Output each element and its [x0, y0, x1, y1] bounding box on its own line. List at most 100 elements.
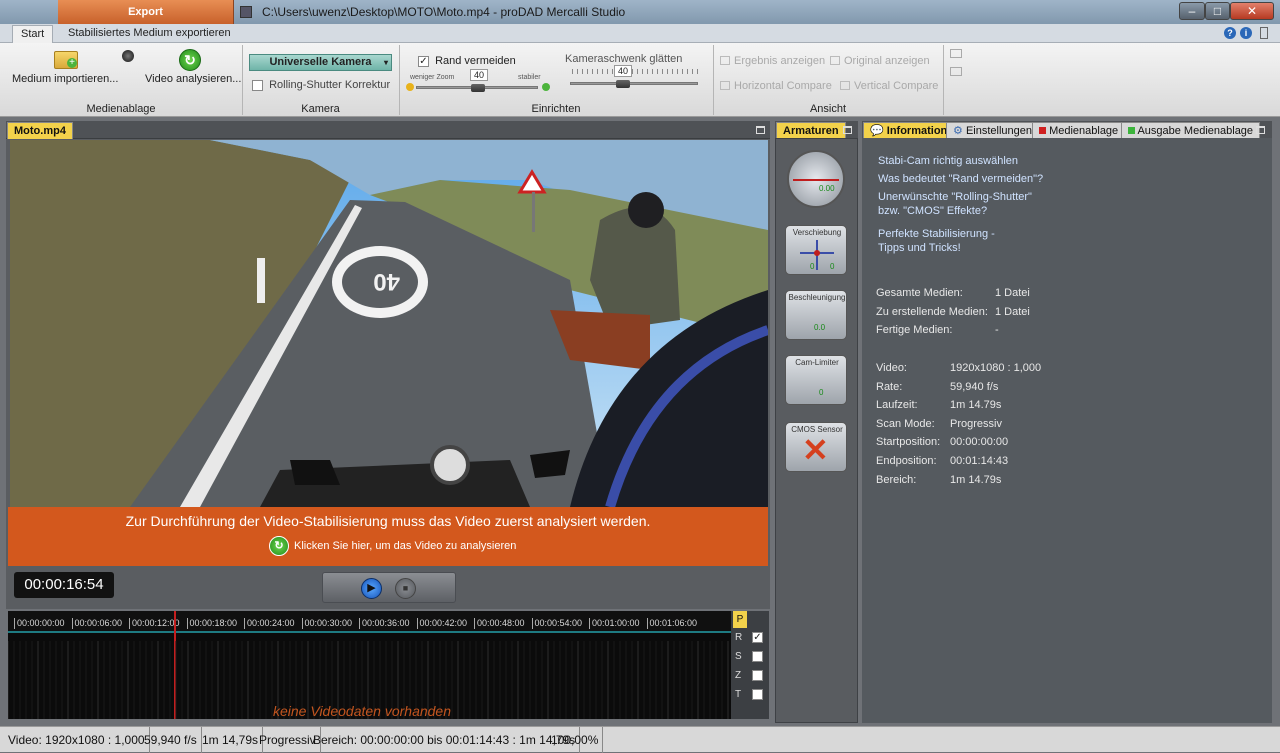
- video-stat-key: Rate:: [876, 380, 903, 393]
- tilt-gauge: 0.00: [787, 150, 845, 208]
- layout-icon[interactable]: [950, 49, 962, 58]
- timeline-tick: 00:00:24:00: [244, 618, 295, 629]
- group-label-ansicht: Ansicht: [809, 103, 847, 115]
- group-label-kamera: Kamera: [301, 103, 340, 115]
- shift-gauge-label: Verschiebung: [792, 228, 842, 237]
- layout-icon-2[interactable]: [950, 67, 962, 76]
- tab-export-medium[interactable]: Stabilisiertes Medium exportieren: [60, 25, 239, 43]
- maximize-panel-icon[interactable]: [756, 126, 765, 134]
- stop-icon[interactable]: ■: [395, 578, 416, 599]
- rand-slider-thumb[interactable]: [471, 84, 485, 92]
- schwenk-slider-track[interactable]: [570, 82, 698, 85]
- show-result-button[interactable]: Ergebnis anzeigen: [720, 55, 825, 67]
- timeline-tick: 00:00:36:00: [359, 618, 410, 629]
- cam-limiter-gauge: Cam-Limiter 0: [785, 355, 847, 405]
- show-original-button[interactable]: Original anzeigen: [830, 55, 930, 67]
- track-options: P R ✓ S Z T: [731, 611, 769, 719]
- timeline-tick: 00:00:30:00: [301, 618, 352, 629]
- rolling-shutter-label: Rolling-Shutter Korrektur: [269, 79, 391, 91]
- armaturen-header: Armaturen: [775, 121, 858, 139]
- track-checkbox[interactable]: [752, 689, 763, 700]
- settings-icon: ⚙: [953, 125, 963, 137]
- tab-armaturen[interactable]: Armaturen: [776, 122, 846, 139]
- vertical-compare-icon: [840, 81, 850, 90]
- timeline-tick: 00:01:00:00: [589, 618, 640, 629]
- rand-checkbox[interactable]: ✓: [418, 55, 429, 67]
- info-icon[interactable]: i: [1240, 27, 1252, 39]
- analyze-link[interactable]: Klicken Sie hier, um das Video zu analys…: [294, 540, 516, 552]
- status-item: 59,940 f/s: [140, 727, 202, 753]
- timeline-tick: 00:00:18:00: [186, 618, 237, 629]
- play-icon[interactable]: ▶: [361, 578, 382, 599]
- rolling-shutter-checkbox[interactable]: [252, 79, 263, 91]
- rolling-shutter-row[interactable]: Rolling-Shutter Korrektur: [252, 79, 390, 91]
- analyze-overlay[interactable]: Zur Durchführung der Video-Stabilisierun…: [8, 507, 768, 566]
- help-link[interactable]: Was bedeutet "Rand vermeiden"?: [878, 172, 1043, 186]
- video-stat-key: Video:: [876, 362, 907, 374]
- tab-moto-mp4[interactable]: Moto.mp4: [7, 122, 73, 139]
- track-checkbox[interactable]: ✓: [752, 632, 763, 643]
- shift-gauge: Verschiebung 0 0: [785, 225, 847, 275]
- separator: [943, 45, 944, 115]
- cam-limiter-label: Cam-Limiter: [795, 358, 839, 367]
- schwenk-slider-thumb[interactable]: [616, 80, 630, 88]
- acceleration-gauge-label: Beschleunigung: [788, 293, 846, 302]
- video-preview[interactable]: 40: [10, 140, 768, 507]
- vertical-compare-button[interactable]: Vertical Compare: [840, 80, 938, 92]
- minimize-button[interactable]: –: [1179, 2, 1205, 20]
- help-link[interactable]: Stabi-Cam richtig auswählen: [878, 154, 1018, 168]
- green-square-icon: [1128, 127, 1135, 134]
- tab-information[interactable]: 💬 Information: [863, 122, 955, 139]
- track-checkbox[interactable]: [752, 651, 763, 662]
- video-stat-key: Startposition:: [876, 436, 941, 449]
- status-item: Video: 1920x1080 : 1,000: [4, 727, 150, 753]
- track-label: S: [735, 651, 742, 662]
- video-stat-value: 1m 14.79s: [950, 399, 1002, 412]
- shift-x-value: 0: [810, 262, 815, 271]
- tab-einstellungen[interactable]: ⚙ Einstellungen: [946, 122, 1039, 139]
- timeline-ruler[interactable]: 00:00:00:00 00:00:06:00 00:00:12:00 00:00:1…: [8, 611, 731, 633]
- maximize-panel-icon[interactable]: [1256, 126, 1265, 134]
- track-row-t: T: [735, 688, 767, 703]
- analyze-icon[interactable]: ↻: [179, 49, 201, 71]
- import-media-button[interactable]: Medium importieren...: [12, 73, 118, 85]
- tab-ausgabe-medienablage[interactable]: Ausgabe Medienablage: [1121, 122, 1261, 139]
- close-button[interactable]: ✕: [1230, 2, 1274, 20]
- media-stat-value: 1 Datei: [995, 305, 1030, 318]
- overlay-message: Zur Durchführung der Video-Stabilisierun…: [125, 513, 651, 529]
- timeline-tracks[interactable]: keine Videodaten vorhanden: [7, 641, 731, 719]
- maximize-button[interactable]: □: [1205, 2, 1230, 20]
- analyze-video-button[interactable]: Video analysieren...: [145, 73, 241, 85]
- export-tab[interactable]: Export: [58, 0, 234, 24]
- help-icon[interactable]: ?: [1224, 27, 1236, 39]
- analyze-icon[interactable]: ↻: [269, 536, 289, 556]
- folder-add-icon[interactable]: +: [54, 51, 78, 69]
- eject-icon[interactable]: [122, 50, 134, 62]
- acceleration-value: 0.0: [814, 323, 826, 332]
- status-item: 1m 14,79s: [198, 727, 264, 753]
- rand-row[interactable]: ✓ Rand vermeiden: [418, 55, 516, 67]
- camera-select-value: Universelle Kamera: [269, 56, 372, 68]
- track-row-z: Z: [735, 669, 767, 684]
- video-stat-value: Progressiv: [950, 417, 1002, 430]
- video-stat-key: Laufzeit:: [876, 399, 918, 412]
- tab-einstellungen-label: Einstellungen: [965, 125, 1032, 137]
- camera-select[interactable]: Universelle Kamera ▾: [249, 54, 392, 71]
- tab-medienablage[interactable]: Medienablage: [1032, 122, 1126, 139]
- cmos-sensor-gauge: CMOS Sensor ✕: [785, 422, 847, 472]
- app-icon: [240, 6, 252, 18]
- video-panel-header: Moto.mp4: [6, 121, 770, 139]
- cross-icon: ✕: [802, 432, 829, 468]
- media-stat-key: Zu erstellende Medien:: [876, 305, 988, 318]
- ribbon-collapse-icon[interactable]: [1260, 27, 1268, 39]
- timeline-tick: 00:00:48:00: [474, 618, 525, 629]
- help-link[interactable]: Unerwünschte "Rolling-Shutter" bzw. "CMO…: [878, 190, 1032, 218]
- tab-information-label: Information: [886, 125, 948, 137]
- tab-start[interactable]: Start: [12, 25, 54, 43]
- maximize-panel-icon[interactable]: [843, 126, 852, 134]
- p-button[interactable]: P: [733, 611, 747, 628]
- track-checkbox[interactable]: [752, 670, 763, 681]
- help-link[interactable]: Perfekte Stabilisierung - Tipps und Tric…: [878, 227, 995, 255]
- horizontal-compare-button[interactable]: Horizontal Compare: [720, 80, 832, 92]
- timeline-tick: 00:00:06:00: [71, 618, 122, 629]
